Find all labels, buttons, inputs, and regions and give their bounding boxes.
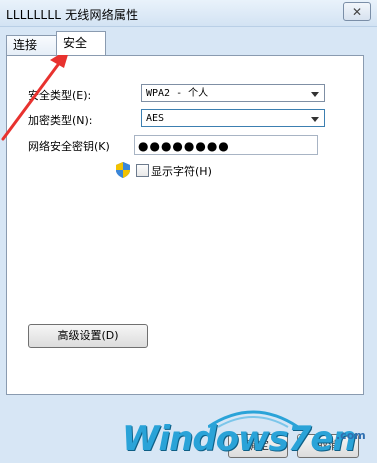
encryption-type-label: 加密类型(N):	[28, 114, 93, 127]
watermark-text: Windows7en	[122, 419, 357, 459]
close-button[interactable]: ✕	[343, 2, 371, 21]
tab-security[interactable]: 安全	[56, 31, 106, 55]
show-characters-label: 显示字符(H)	[151, 165, 212, 178]
watermark-suffix: .com	[336, 429, 366, 442]
network-key-label: 网络安全密钥(K)	[28, 140, 110, 153]
encryption-type-select[interactable]: AES	[141, 109, 325, 127]
show-characters-checkbox[interactable]	[136, 164, 149, 177]
title-bar: LLLLLLLL 无线网络属性 ✕	[0, 0, 377, 27]
close-icon: ✕	[351, 4, 363, 19]
watermark-logo: Windows7en .com	[112, 405, 374, 463]
encryption-type-value: AES	[146, 113, 165, 124]
tab-connection[interactable]: 连接	[6, 35, 58, 55]
window-title: LLLLLLLL 无线网络属性	[6, 8, 139, 22]
network-key-input[interactable]: ●●●●●●●●	[134, 135, 318, 155]
advanced-settings-button[interactable]: 高级设置(D)	[28, 324, 148, 348]
uac-shield-icon	[116, 162, 130, 178]
chevron-down-icon	[311, 117, 319, 122]
security-type-select[interactable]: WPA2 - 个人	[141, 84, 325, 102]
security-type-value: WPA2 - 个人	[146, 88, 209, 99]
chevron-down-icon	[311, 92, 319, 97]
network-key-masked-value: ●●●●●●●●	[138, 139, 230, 153]
security-type-label: 安全类型(E):	[28, 89, 92, 102]
